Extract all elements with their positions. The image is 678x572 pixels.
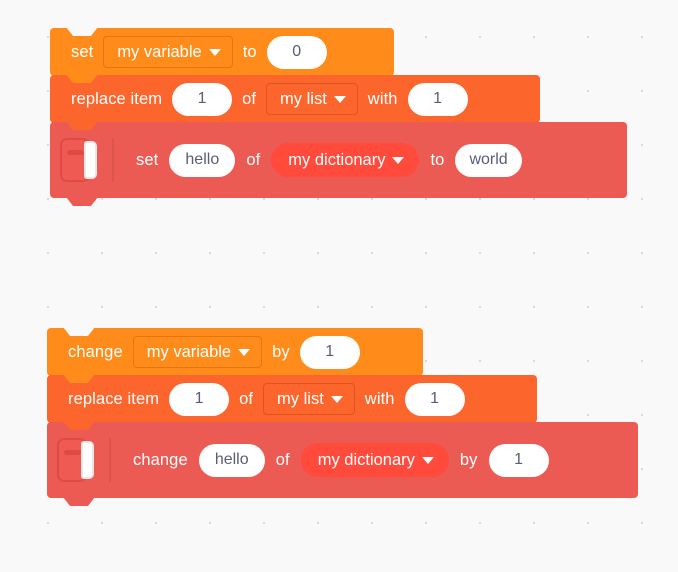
block-label-with: with bbox=[367, 89, 398, 108]
input-dictionary-key[interactable]: hello bbox=[169, 143, 236, 177]
block-replace-item[interactable]: replace item 1 of my list with 1 bbox=[47, 375, 537, 423]
chevron-down-icon bbox=[208, 49, 221, 56]
chevron-down-icon bbox=[392, 157, 405, 164]
input-dictionary-value[interactable]: 1 bbox=[488, 443, 549, 477]
dropdown-list-value: my list bbox=[277, 389, 324, 408]
input-list-index[interactable]: 1 bbox=[172, 82, 233, 116]
input-dictionary-value[interactable]: world bbox=[455, 143, 522, 177]
dropdown-dictionary[interactable]: my dictionary bbox=[300, 443, 449, 477]
dropdown-variable-value: my variable bbox=[117, 42, 202, 61]
block-label-change: change bbox=[68, 342, 123, 361]
dropdown-variable[interactable]: my variable bbox=[103, 36, 233, 68]
chevron-down-icon bbox=[238, 349, 251, 356]
script-stack-set[interactable]: set my variable to 0 replace item 1 of m… bbox=[50, 28, 627, 198]
dropdown-variable-value: my variable bbox=[146, 342, 232, 361]
block-replace-item[interactable]: replace item 1 of my list with 1 bbox=[50, 75, 540, 123]
block-label-of: of bbox=[239, 389, 254, 408]
block-canvas[interactable]: set my variable to 0 replace item 1 of m… bbox=[0, 0, 678, 572]
block-label-set: set bbox=[136, 150, 159, 169]
dropdown-list[interactable]: my list bbox=[263, 383, 355, 415]
block-change-variable[interactable]: change my variable by 1 bbox=[47, 328, 423, 376]
dropdown-dictionary[interactable]: my dictionary bbox=[271, 143, 420, 177]
block-label-by: by bbox=[272, 342, 290, 361]
block-change-dictionary[interactable]: change hello of my dictionary by 1 bbox=[47, 422, 638, 498]
input-list-index[interactable]: 1 bbox=[169, 382, 230, 416]
extension-divider bbox=[109, 438, 111, 482]
input-list-value[interactable]: 1 bbox=[407, 82, 468, 116]
block-set-dictionary[interactable]: set hello of my dictionary to world bbox=[50, 122, 627, 198]
input-change-value[interactable]: 1 bbox=[299, 335, 360, 369]
dictionary-book-icon bbox=[57, 438, 97, 482]
block-label-by: by bbox=[459, 450, 478, 469]
dropdown-list[interactable]: my list bbox=[266, 83, 358, 115]
input-set-value[interactable]: 0 bbox=[266, 35, 327, 69]
block-label-to: to bbox=[242, 42, 257, 61]
block-label-replace-item: replace item bbox=[71, 89, 163, 108]
block-label-change: change bbox=[133, 450, 188, 469]
input-dictionary-key[interactable]: hello bbox=[198, 443, 265, 477]
chevron-down-icon bbox=[330, 396, 343, 403]
block-label-replace-item: replace item bbox=[68, 389, 160, 408]
script-stack-change[interactable]: change my variable by 1 replace item 1 o… bbox=[47, 328, 638, 498]
block-label-of: of bbox=[275, 450, 290, 469]
block-label-of: of bbox=[242, 89, 257, 108]
chevron-down-icon bbox=[333, 96, 346, 103]
dropdown-list-value: my list bbox=[280, 89, 327, 108]
input-list-value[interactable]: 1 bbox=[404, 382, 465, 416]
dropdown-dictionary-value: my dictionary bbox=[317, 450, 415, 469]
extension-divider bbox=[112, 138, 114, 182]
block-label-set: set bbox=[71, 42, 94, 61]
dictionary-book-icon bbox=[60, 138, 100, 182]
dropdown-variable[interactable]: my variable bbox=[132, 336, 263, 368]
block-label-to: to bbox=[430, 150, 445, 169]
block-set-variable[interactable]: set my variable to 0 bbox=[50, 28, 394, 76]
block-label-of: of bbox=[246, 150, 261, 169]
block-label-with: with bbox=[364, 389, 395, 408]
chevron-down-icon bbox=[421, 457, 434, 464]
dropdown-dictionary-value: my dictionary bbox=[288, 150, 386, 169]
